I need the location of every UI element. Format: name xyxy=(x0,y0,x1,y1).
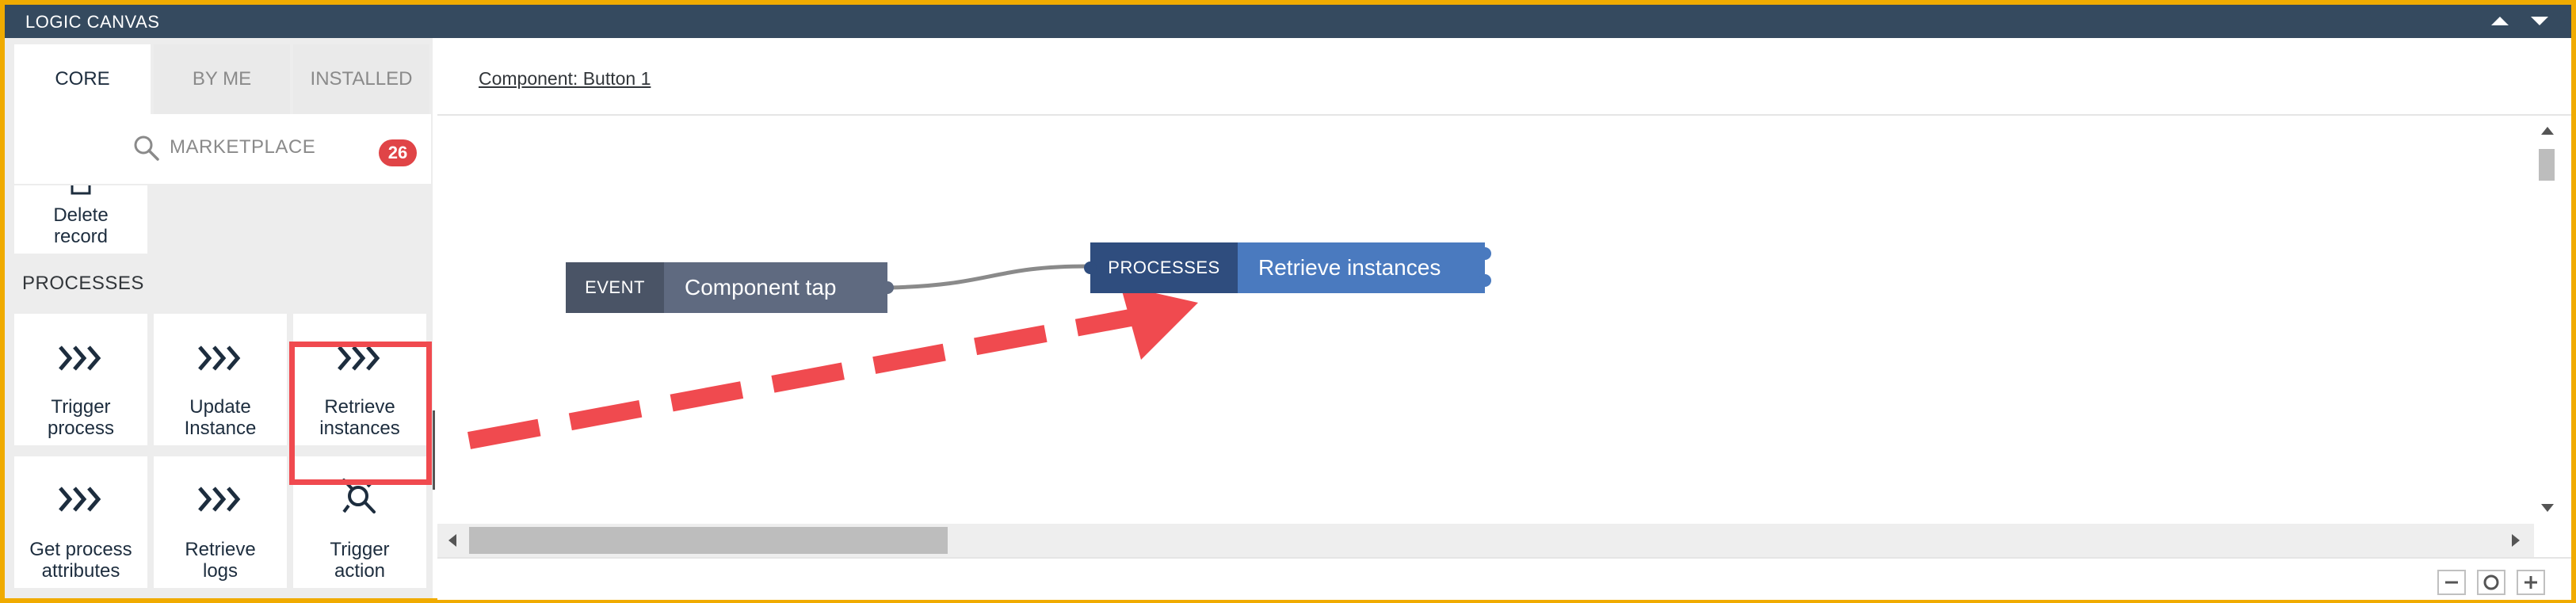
tile-label-line2: action xyxy=(334,560,386,582)
tile-label-line1: Update xyxy=(189,396,251,418)
logic-canvas[interactable]: EVENT Component tap PROCESSES Retrieve i… xyxy=(437,116,2534,524)
process-node-tag: PROCESSES xyxy=(1090,242,1238,293)
tile-update-instance[interactable]: Update Instance xyxy=(154,314,287,445)
canvas-header: Component: Button 1 xyxy=(437,38,2571,116)
retrieve-instances-highlight-box xyxy=(289,342,432,485)
window-title: LOGIC CANVAS xyxy=(25,12,160,32)
tile-get-process-attributes[interactable]: Get process attributes xyxy=(14,456,147,588)
tile-label-line2: process xyxy=(47,418,115,439)
splitter-grip[interactable] xyxy=(433,410,435,490)
tile-delete-record[interactable]: Delete record xyxy=(14,185,147,254)
tab-by-me[interactable]: BY ME xyxy=(154,44,290,114)
process-node[interactable]: PROCESSES Retrieve instances xyxy=(1084,242,1491,293)
search-icon xyxy=(134,135,159,161)
tile-label-line2: Instance xyxy=(184,418,257,439)
zoom-reset-button[interactable] xyxy=(2477,570,2505,595)
triangle-up-icon xyxy=(2491,17,2509,25)
tile-trigger-process[interactable]: Trigger process xyxy=(14,314,147,445)
tab-installed[interactable]: INSTALLED xyxy=(293,44,429,114)
panel-splitter[interactable] xyxy=(433,38,436,598)
event-node[interactable]: EVENT Component tap xyxy=(566,262,894,313)
expand-down-button[interactable] xyxy=(2529,13,2550,29)
process-node-out-port-1[interactable] xyxy=(1479,247,1491,260)
collapse-up-button[interactable] xyxy=(2490,13,2510,29)
event-node-label: Component tap xyxy=(664,262,887,313)
tile-label-line1: Delete xyxy=(53,204,109,226)
marketplace-search[interactable]: MARKETPLACE 26 xyxy=(14,114,431,184)
logic-canvas-window: LOGIC CANVAS CORE BY ME INSTALLED MARKET… xyxy=(0,0,2576,603)
tab-core[interactable]: CORE xyxy=(14,44,151,114)
marketplace-label: MARKETPLACE xyxy=(170,136,316,158)
component-library-panel: CORE BY ME INSTALLED MARKETPLACE 26 Dele… xyxy=(5,38,433,598)
tile-label-line2: attributes xyxy=(41,560,120,582)
zoom-in-button[interactable] xyxy=(2517,570,2545,595)
event-node-tag: EVENT xyxy=(566,262,664,313)
process-node-out-port-2[interactable] xyxy=(1479,274,1491,287)
scroll-up-arrow-icon[interactable] xyxy=(2534,122,2561,141)
tile-label-line2: logs xyxy=(202,560,239,582)
horizontal-scrollbar[interactable] xyxy=(437,524,2534,557)
process-node-label: Retrieve instances xyxy=(1238,242,1485,293)
library-tabs: CORE BY ME INSTALLED xyxy=(14,44,433,114)
chevrons-icon xyxy=(59,345,101,371)
tile-label-line1: Trigger xyxy=(330,539,390,560)
plus-icon xyxy=(2524,576,2537,589)
vertical-scroll-thumb[interactable] xyxy=(2539,149,2555,181)
zoom-toolbar xyxy=(437,557,2571,600)
circle-icon xyxy=(2483,574,2499,590)
processes-section-title: PROCESSES xyxy=(22,273,144,294)
canvas-drawing xyxy=(467,264,1198,449)
scroll-right-arrow-icon[interactable] xyxy=(2505,524,2524,557)
component-link[interactable]: Component: Button 1 xyxy=(479,68,651,90)
node-connector-line xyxy=(888,264,1090,290)
drag-arrow-line xyxy=(467,308,1137,449)
tile-label-line2: record xyxy=(53,226,109,247)
scroll-left-arrow-icon[interactable] xyxy=(444,524,463,557)
tile-label-line1: Trigger xyxy=(51,396,111,418)
tile-label-line1: Get process xyxy=(29,539,132,560)
tile-retrieve-logs[interactable]: Retrieve logs xyxy=(154,456,287,588)
tile-label-line1: Retrieve xyxy=(185,539,256,560)
drag-arrow-head xyxy=(1120,285,1198,360)
triangle-down-icon xyxy=(2531,17,2548,25)
chevrons-icon xyxy=(198,487,241,512)
vertical-scrollbar[interactable] xyxy=(2534,116,2561,524)
marketplace-count-badge: 26 xyxy=(379,139,417,166)
square-icon xyxy=(71,185,91,195)
minus-icon xyxy=(2445,581,2458,584)
scroll-down-arrow-icon[interactable] xyxy=(2534,498,2561,517)
chevrons-icon xyxy=(198,345,241,371)
chevrons-icon xyxy=(59,487,101,512)
horizontal-scroll-thumb[interactable] xyxy=(469,527,948,554)
title-bar: LOGIC CANVAS xyxy=(5,5,2571,38)
event-node-out-port[interactable] xyxy=(881,281,894,294)
zoom-out-button[interactable] xyxy=(2437,570,2466,595)
process-node-in-port[interactable] xyxy=(1084,261,1097,274)
